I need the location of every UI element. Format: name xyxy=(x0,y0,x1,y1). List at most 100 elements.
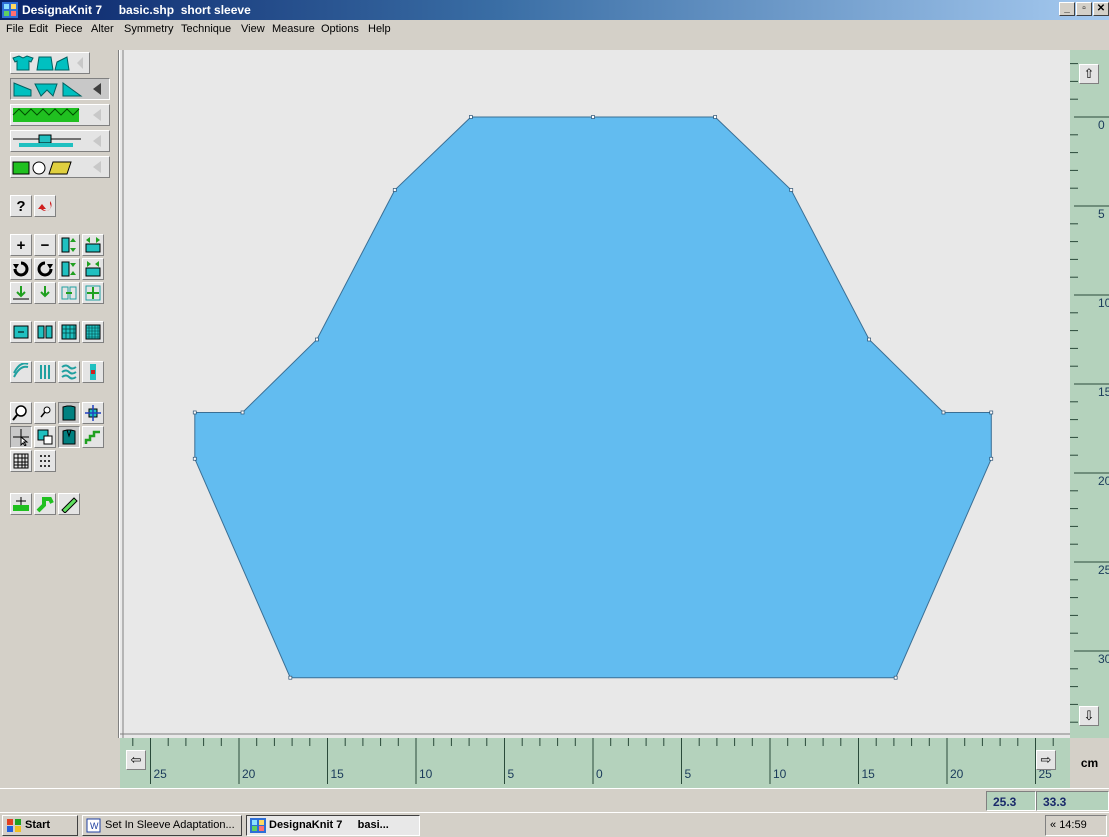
horizontal-ruler-scale: 25 20 15 10 5 0 5 10 15 20 25 xyxy=(132,738,1054,784)
rotate-ccw-button[interactable] xyxy=(34,258,56,280)
zoom-out-button[interactable] xyxy=(34,402,56,424)
scroll-left-button[interactable]: ⇦ xyxy=(126,750,146,770)
minimize-button[interactable]: _ xyxy=(1059,2,1075,16)
status-height-value: 33.3 xyxy=(1036,791,1109,811)
menu-edit[interactable]: Edit xyxy=(29,23,48,35)
ruler-tool-button[interactable] xyxy=(58,493,80,515)
knitting-machine-button[interactable] xyxy=(10,130,110,152)
copy-piece-button[interactable] xyxy=(34,426,56,448)
remove-point-button[interactable]: − xyxy=(34,234,56,256)
dot-grid-icon xyxy=(40,455,50,467)
status-bar: 25.3 33.3 xyxy=(0,788,1109,812)
vertical-ruler-label: 5 xyxy=(1098,207,1105,221)
horizontal-ruler-label: 15 xyxy=(862,767,876,781)
task-designaknit[interactable]: DesignaKnit 7 basi... xyxy=(246,815,420,836)
shape-node[interactable] xyxy=(789,188,794,192)
shape-node[interactable] xyxy=(192,456,197,461)
start-button[interactable]: Start xyxy=(2,815,78,836)
undo-button[interactable] xyxy=(34,195,56,217)
rotate-counterclockwise-icon xyxy=(37,261,53,277)
add-point-button[interactable]: + xyxy=(10,234,32,256)
move-down-button[interactable] xyxy=(34,282,56,304)
shape-node[interactable] xyxy=(469,115,473,119)
menu-piece[interactable]: Piece xyxy=(55,23,83,35)
grid-toggle-button[interactable] xyxy=(10,450,32,472)
shape-node[interactable] xyxy=(867,337,871,342)
maximize-button[interactable]: ▫ xyxy=(1076,2,1092,16)
shrink-horizontal-button[interactable] xyxy=(82,258,104,280)
split-piece-button[interactable] xyxy=(34,321,56,343)
shape-node[interactable] xyxy=(941,410,946,415)
menu-alter[interactable]: Alter xyxy=(91,23,114,35)
shape-node[interactable] xyxy=(288,675,293,680)
horizontal-ruler-label: 10 xyxy=(419,767,433,781)
shape-node[interactable] xyxy=(240,410,245,415)
tape-measure-button[interactable] xyxy=(34,493,56,515)
garment-outline-button[interactable] xyxy=(58,426,80,448)
drawing-canvas[interactable] xyxy=(120,50,1070,738)
select-tool-button[interactable] xyxy=(10,426,32,448)
shape-node[interactable] xyxy=(989,456,994,461)
marker-line-button[interactable] xyxy=(82,361,104,383)
shape-node[interactable] xyxy=(989,410,994,415)
shape-node[interactable] xyxy=(192,410,197,415)
grid-overlay-button[interactable] xyxy=(58,321,80,343)
move-piece-button[interactable] xyxy=(82,402,104,424)
shape-node[interactable] xyxy=(893,675,898,680)
menu-measure[interactable]: Measure xyxy=(272,23,315,35)
piece-types-button[interactable] xyxy=(10,78,110,100)
dot-grid-button[interactable] xyxy=(34,450,56,472)
shape-node[interactable] xyxy=(392,188,397,192)
shrink-vertical-button[interactable] xyxy=(58,258,80,280)
rotate-cw-button[interactable] xyxy=(10,258,32,280)
stitch-pattern-button[interactable] xyxy=(10,104,110,126)
image-tools-button[interactable] xyxy=(10,156,110,178)
scroll-up-button[interactable]: ⇧ xyxy=(1079,64,1099,84)
shape-node[interactable] xyxy=(713,115,717,119)
menu-file[interactable]: File xyxy=(6,23,24,35)
tray-expand-icon[interactable]: « xyxy=(1050,819,1056,831)
vertical-lines-button[interactable] xyxy=(34,361,56,383)
show-garment-button[interactable] xyxy=(58,402,80,424)
close-button[interactable]: ✕ xyxy=(1093,2,1109,16)
task-word-document[interactable]: W Set In Sleeve Adaptation... xyxy=(82,815,242,836)
ruler-icon xyxy=(61,497,78,513)
menu-help[interactable]: Help xyxy=(368,23,391,35)
clock: 14:59 xyxy=(1059,819,1087,831)
stretch-horizontal-button[interactable] xyxy=(82,234,104,256)
sleeve-shape-canvas[interactable] xyxy=(120,50,1070,738)
join-pieces-button[interactable] xyxy=(10,321,32,343)
knitting-machine-icon xyxy=(13,134,101,147)
plus-icon: + xyxy=(16,236,26,254)
vertical-ruler-label: 15 xyxy=(1098,385,1109,399)
help-button[interactable]: ? xyxy=(10,195,32,217)
menu-options[interactable]: Options xyxy=(321,23,359,35)
stretch-vertical-button[interactable] xyxy=(58,234,80,256)
menu-view[interactable]: View xyxy=(241,23,265,35)
arrow-right-icon: ⇨ xyxy=(1040,752,1052,767)
start-label: Start xyxy=(25,819,51,831)
scroll-right-button[interactable]: ⇨ xyxy=(1036,750,1056,770)
step-shaping-button[interactable] xyxy=(82,426,104,448)
copy-piece-icon xyxy=(37,429,53,445)
menu-technique[interactable]: Technique xyxy=(181,23,231,35)
marker-line-icon xyxy=(90,364,96,380)
zoom-in-button[interactable] xyxy=(10,402,32,424)
curve-tool-button[interactable] xyxy=(10,361,32,383)
scale-all-button[interactable] xyxy=(82,282,104,304)
system-tray: « 14:59 xyxy=(1045,815,1107,836)
menu-symmetry[interactable]: Symmetry xyxy=(124,23,174,35)
measure-tool-button[interactable] xyxy=(10,493,32,515)
sleeve-piece[interactable] xyxy=(194,116,992,679)
fine-grid-button[interactable] xyxy=(82,321,104,343)
shape-node[interactable] xyxy=(315,337,319,342)
undo-icon xyxy=(38,201,52,212)
wave-lines-button[interactable] xyxy=(58,361,80,383)
align-bottom-button[interactable] xyxy=(10,282,32,304)
task-word-label: Set In Sleeve Adaptation... xyxy=(105,819,235,831)
scroll-down-button[interactable]: ⇩ xyxy=(1079,706,1099,726)
shape-module-button[interactable] xyxy=(10,52,90,74)
shape-node[interactable] xyxy=(591,115,595,119)
mirror-horizontal-button[interactable] xyxy=(58,282,80,304)
split-piece-icon xyxy=(37,325,53,339)
